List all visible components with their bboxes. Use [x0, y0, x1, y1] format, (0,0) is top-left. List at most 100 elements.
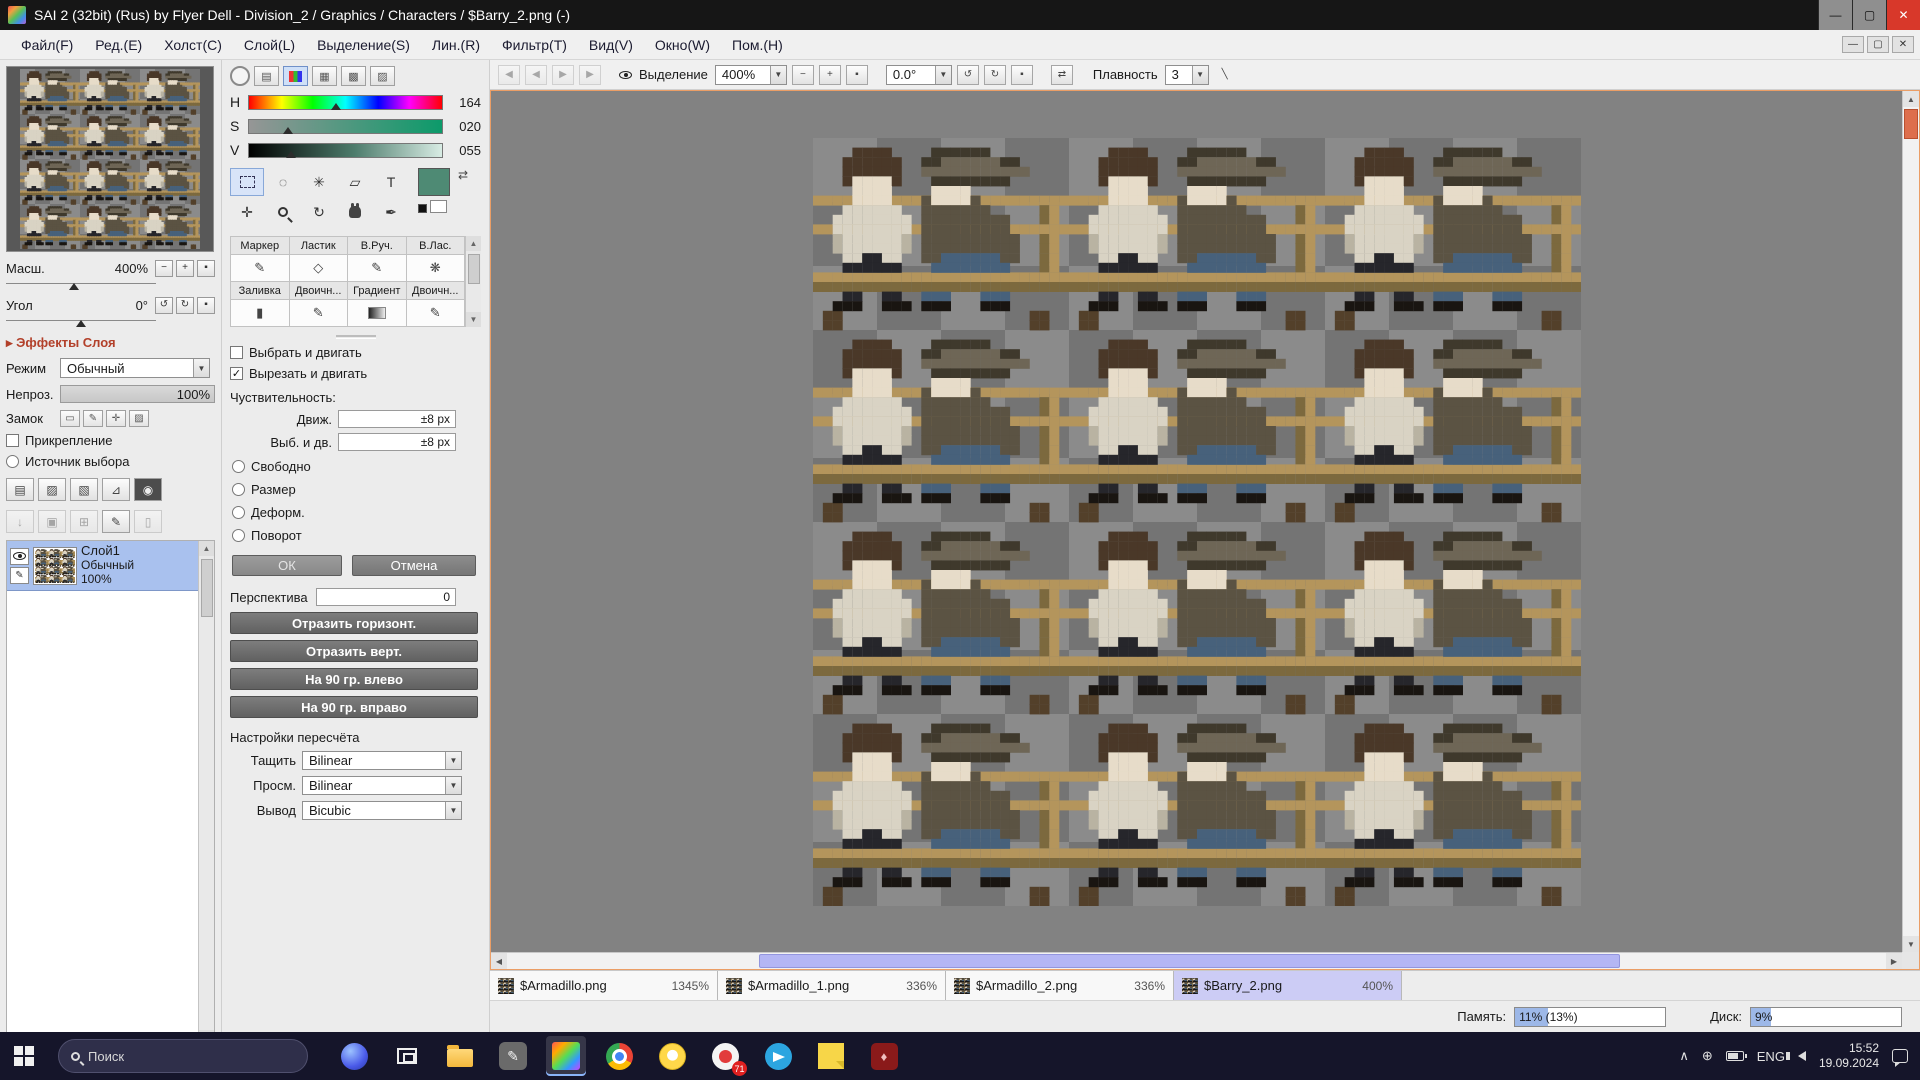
new-layer-button[interactable]: ▤: [6, 478, 34, 501]
text-tool[interactable]: T: [374, 168, 408, 196]
select-and-move-checkbox[interactable]: [230, 346, 243, 359]
scroll-up-icon[interactable]: ▲: [1903, 91, 1919, 107]
tab-barry-2-active[interactable]: $Barry_2.png 400%: [1174, 971, 1402, 1000]
menu-edit[interactable]: Ред.(E): [84, 30, 153, 59]
mixer-mode-button[interactable]: ▩: [341, 66, 366, 86]
flip-horizontal-button[interactable]: Отразить горизонт.: [230, 612, 478, 634]
tab-armadillo[interactable]: $Armadillo.png 1345%: [490, 971, 718, 1000]
brush-eraser[interactable]: ◇: [290, 255, 349, 282]
pin-checkbox[interactable]: [6, 434, 19, 447]
flip-vertical-button[interactable]: Отразить верт.: [230, 640, 478, 662]
new-folder-button[interactable]: ▧: [70, 478, 98, 501]
cancel-button[interactable]: Отмена: [352, 555, 476, 576]
transparent-color-swatch[interactable]: [430, 200, 447, 213]
start-button[interactable]: [0, 1032, 48, 1080]
brush-binary1[interactable]: ✎: [290, 300, 349, 327]
menu-help[interactable]: Пом.(H): [721, 30, 794, 59]
panel-divider-handle[interactable]: [336, 335, 376, 339]
resample-view-select[interactable]: Bilinear ▼: [302, 776, 462, 795]
maximize-button[interactable]: ▢: [1852, 0, 1886, 30]
zoom-combo[interactable]: 400% ▼: [715, 65, 787, 85]
selection-source-radio[interactable]: [6, 455, 19, 468]
taskbar-icon-file-explorer[interactable]: [440, 1036, 480, 1076]
selection-visibility-icon[interactable]: [619, 71, 632, 79]
volume-icon[interactable]: [1798, 1051, 1806, 1061]
angle-reset-button[interactable]: ▪: [1011, 65, 1033, 85]
move-sensitivity-input[interactable]: ±8 px: [338, 410, 456, 428]
taskbar-icon-telegram[interactable]: [758, 1036, 798, 1076]
color-bars-mode-button[interactable]: ▤: [254, 66, 279, 86]
taskbar-icon-sticky-notes[interactable]: [811, 1036, 851, 1076]
doc-restore-button[interactable]: ▢: [1867, 36, 1889, 53]
lock-selection-icon[interactable]: ▭: [60, 410, 80, 427]
lasso-tool[interactable]: ◌: [266, 168, 300, 196]
tab-armadillo-1[interactable]: $Armadillo_1.png 336%: [718, 971, 946, 1000]
resample-output-select[interactable]: Bicubic ▼: [302, 801, 462, 820]
eyedropper-tool[interactable]: ✒: [374, 198, 408, 226]
brush-binary2[interactable]: ✎: [407, 300, 466, 327]
zoom-tool[interactable]: [266, 198, 300, 226]
lock-paint-icon[interactable]: ✎: [83, 410, 103, 427]
taskbar-icon-red-app[interactable]: ♦: [864, 1036, 904, 1076]
sprite-sheet-image[interactable]: [813, 138, 1581, 906]
saturation-slider[interactable]: [248, 119, 443, 134]
mode-free-radio[interactable]: [232, 460, 245, 473]
rotate-90-right-button[interactable]: На 90 гр. вправо: [230, 696, 478, 718]
hand-tool[interactable]: [338, 198, 372, 226]
layer-list-scrollbar[interactable]: ▲ ▼: [198, 541, 214, 1045]
brush-pen[interactable]: ✎: [348, 255, 407, 282]
menu-filter[interactable]: Фильтр(T): [491, 30, 578, 59]
mode-rotate-radio[interactable]: [232, 529, 245, 542]
rotate-90-left-button[interactable]: На 90 гр. влево: [230, 668, 478, 690]
vertical-scrollbar-thumb[interactable]: [1904, 109, 1918, 139]
smoothness-combo[interactable]: 3 ▼: [1165, 65, 1209, 85]
select-sensitivity-input[interactable]: ±8 px: [338, 433, 456, 451]
duplicate-layer-button[interactable]: ▣: [38, 510, 66, 533]
taskbar-icon-chrome[interactable]: [599, 1036, 639, 1076]
taskbar-icon-sai[interactable]: [546, 1036, 586, 1076]
perspective-input[interactable]: 0: [316, 588, 456, 606]
horizontal-scrollbar-thumb[interactable]: [759, 954, 1620, 968]
move-tool[interactable]: ✛: [230, 198, 264, 226]
brush-marker[interactable]: ✎: [231, 255, 290, 282]
rotate-cw-button[interactable]: ↻: [176, 297, 194, 314]
color-wheel-icon[interactable]: [230, 66, 250, 86]
scrollbar-thumb[interactable]: [468, 254, 480, 284]
secondary-color-swatch[interactable]: [418, 204, 427, 213]
vertical-scrollbar[interactable]: ▲ ▼: [1902, 91, 1919, 952]
tray-expand-icon[interactable]: ∧: [1679, 1048, 1689, 1064]
nav-zoom-in-button[interactable]: +: [176, 260, 194, 277]
scroll-down-icon[interactable]: ▼: [466, 312, 481, 327]
delete-layer-button[interactable]: ▯: [134, 510, 162, 533]
layer-mode-select[interactable]: Обычный ▼: [60, 358, 210, 378]
taskbar-clock[interactable]: 15:52 19.09.2024: [1819, 1041, 1879, 1071]
navigator-angle-slider[interactable]: [6, 315, 156, 326]
rotate-cw-button[interactable]: ↻: [984, 65, 1006, 85]
taskbar-search[interactable]: Поиск: [58, 1039, 308, 1073]
brush-fill[interactable]: ▮: [231, 300, 290, 327]
layer-effects-toggle[interactable]: ▸ Эффекты Слоя: [6, 335, 215, 351]
lock-move-icon[interactable]: ✛: [106, 410, 126, 427]
value-slider[interactable]: [248, 143, 443, 158]
menu-line[interactable]: Лин.(R): [421, 30, 491, 59]
scrollbar-thumb[interactable]: [201, 559, 213, 617]
history-back-icon[interactable]: ◀: [498, 65, 520, 85]
taskbar-icon-graphics-app[interactable]: ✎: [493, 1036, 533, 1076]
nav-zoom-out-button[interactable]: −: [155, 260, 173, 277]
rotate-ccw-button[interactable]: ↺: [957, 65, 979, 85]
mode-deform-radio[interactable]: [232, 506, 245, 519]
layer-row-layer1[interactable]: ✎ Слой1 Обычный 100%: [7, 541, 198, 591]
menu-selection[interactable]: Выделение(S): [306, 30, 421, 59]
zoom-reset-button[interactable]: ▪: [846, 65, 868, 85]
clipping-group-button[interactable]: ⊿: [102, 478, 130, 501]
rect-select-tool[interactable]: [230, 168, 264, 196]
rgb-sliders-mode-button[interactable]: [283, 66, 308, 86]
horizontal-scrollbar[interactable]: ◀ ▶: [491, 952, 1902, 969]
menu-view[interactable]: Вид(V): [578, 30, 644, 59]
sprite-sheet-canvas[interactable]: [813, 138, 1581, 906]
zoom-out-button[interactable]: −: [792, 65, 814, 85]
taskbar-icon-task-view[interactable]: [387, 1036, 427, 1076]
selection-move-tool[interactable]: ▱: [338, 168, 372, 196]
doc-minimize-button[interactable]: —: [1842, 36, 1864, 53]
flip-view-icon[interactable]: ⇄: [1051, 65, 1073, 85]
